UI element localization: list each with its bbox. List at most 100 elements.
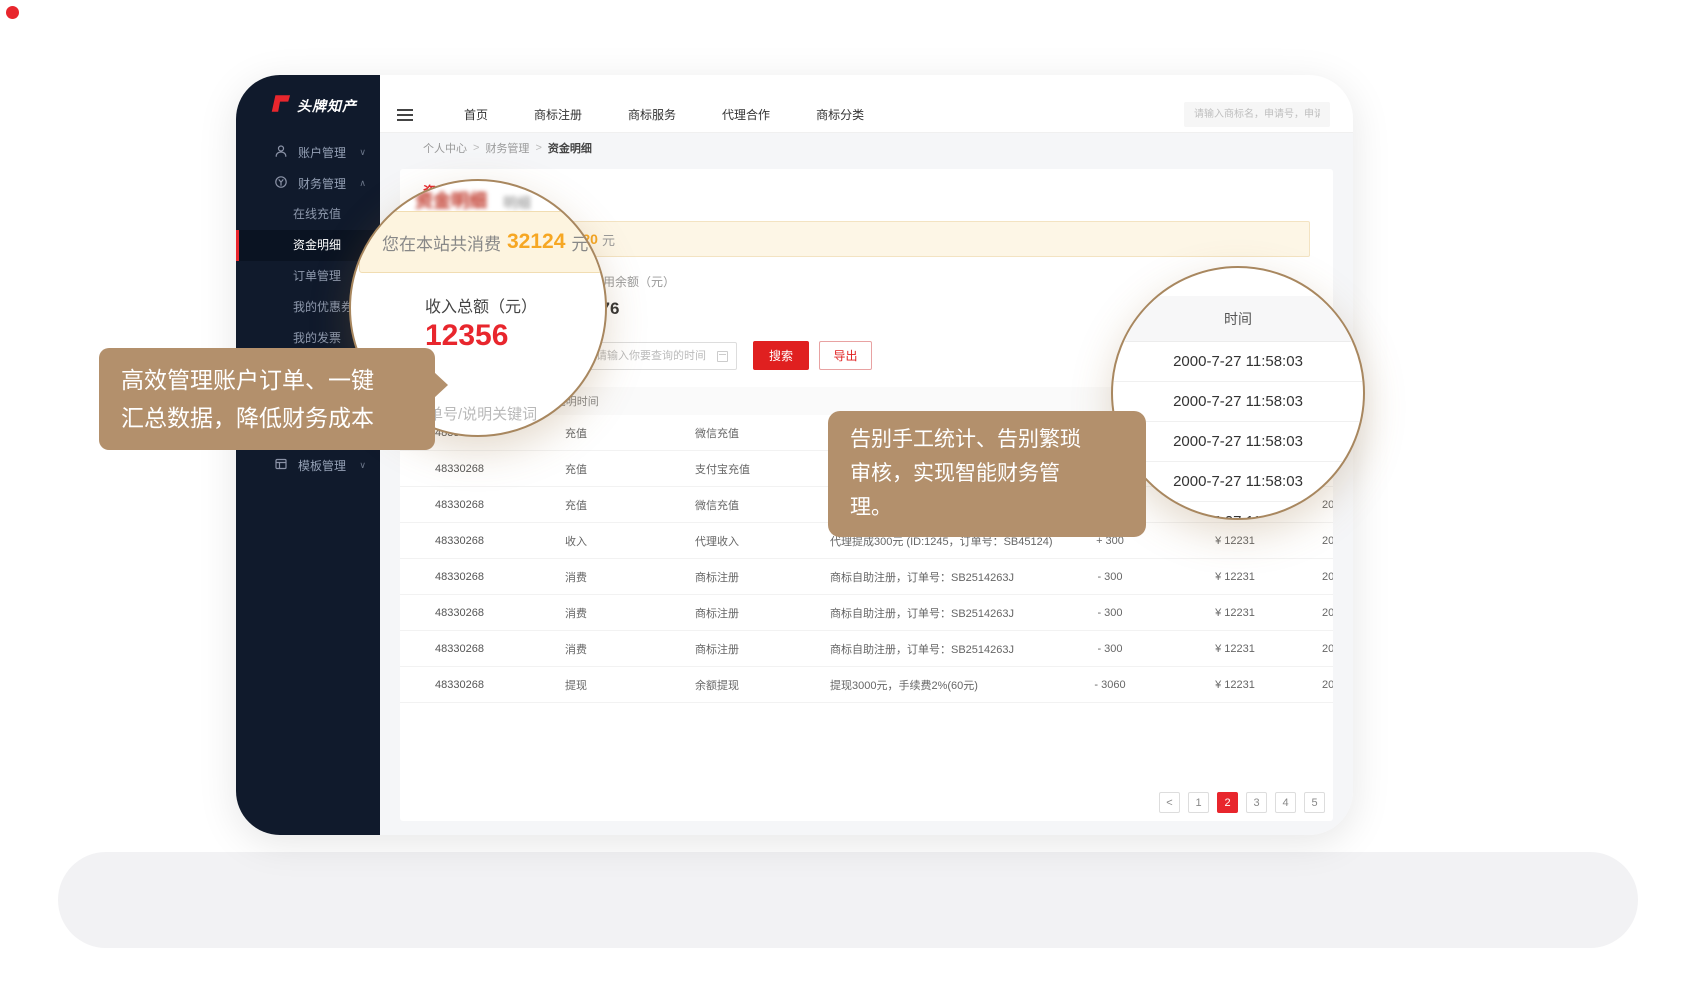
cell-type: 收入	[565, 533, 695, 549]
magnified-time-row: 2000-7-27 11:58:03	[1113, 422, 1363, 462]
breadcrumb-item[interactable]: 资金明细 >	[548, 140, 592, 156]
brand-name: 头牌知产	[297, 96, 357, 116]
date-field	[585, 342, 737, 370]
breadcrumb-separator-icon: >	[535, 142, 541, 154]
cell-description: 商标自助注册，订单号：SB2514263J	[830, 569, 1070, 585]
chevron-down-icon: ∨	[359, 147, 366, 158]
calendar-icon[interactable]	[717, 351, 728, 362]
magnified-time-row: 2000-7-27 11:58:03	[1113, 382, 1363, 422]
cell-amount: - 3060	[1070, 679, 1150, 691]
cell-time: 2000-7-27 11:58:03	[1320, 607, 1333, 619]
cell-type: 消费	[565, 641, 695, 657]
cell-time: 2000-7-27 11:58:03	[1320, 643, 1333, 655]
cell-project: 代理收入	[695, 533, 830, 549]
cell-type: 提现	[565, 677, 695, 693]
breadcrumb: 个人中心 > 财务管理 > 资金明细 >	[380, 133, 1353, 162]
cell-balance: ¥ 12231	[1150, 679, 1320, 691]
laptop-base	[58, 852, 1638, 948]
table-header-cell[interactable]: 时间	[577, 393, 599, 409]
cell-project: 微信充值	[695, 425, 830, 441]
filter-row: 搜索 导出	[585, 341, 872, 370]
cell-description: 商标自助注册，订单号：SB2514263J	[830, 641, 1070, 657]
nav-item[interactable]: 商标注册	[511, 106, 605, 123]
hamburger-icon[interactable]	[397, 109, 413, 121]
page-button[interactable]: 4	[1275, 792, 1296, 813]
sidebar-item-template[interactable]: 模板管理 ∨	[236, 450, 380, 481]
magnified-time-row: 2000-7-27 11:58:03	[1113, 462, 1363, 502]
cell-order-no: 48330268	[400, 571, 565, 583]
callout-right: 告别手工统计、告别繁琐审核，实现智能财务管理。	[828, 411, 1146, 537]
export-button[interactable]: 导出	[819, 341, 872, 370]
cell-project: 商标注册	[695, 569, 830, 585]
magnified-time-row: 2000-7-27 11:58:03	[1113, 502, 1363, 520]
cell-time: 2000-7-27 11:58:03	[1320, 571, 1333, 583]
sidebar-item-label: 财务管理	[298, 175, 346, 192]
coin-icon	[274, 175, 288, 192]
cell-description: 提现3000元，手续费2%(60元)	[830, 677, 1070, 693]
breadcrumb-item[interactable]: 财务管理 >	[485, 140, 547, 156]
magnified-time-header: 时间	[1113, 296, 1363, 342]
sidebar-item-label: 账户管理	[298, 144, 346, 161]
sidebar-item-finance[interactable]: 财务管理 ∧	[236, 168, 380, 199]
cell-type: 充值	[565, 461, 695, 477]
brand: 头牌知产	[236, 75, 380, 137]
cell-order-no: 48330268	[400, 679, 565, 691]
magnified-time-row: 2000-7-27 11:58:03	[1113, 342, 1363, 382]
sidebar-item-label: 模板管理	[298, 457, 346, 474]
page-button[interactable]: 1	[1188, 792, 1209, 813]
cell-description: 商标自助注册，订单号：SB2514263J	[830, 605, 1070, 621]
nav-item[interactable]: 代理合作	[699, 106, 793, 123]
page-button[interactable]: 5	[1304, 792, 1325, 813]
magnified-time-list: 2000-7-27 11:58:032000-7-27 11:58:032000…	[1113, 342, 1363, 520]
table-row: 48330268 消费 商标注册 商标自助注册，订单号：SB2514263J -…	[400, 559, 1333, 595]
cell-order-no: 48330268	[400, 643, 565, 655]
chevron-up-icon: ∧	[359, 178, 366, 189]
cell-amount: - 300	[1070, 571, 1150, 583]
page-button[interactable]: 3	[1246, 792, 1267, 813]
table-row: 48330268 消费 商标注册 商标自助注册，订单号：SB2514263J -…	[400, 595, 1333, 631]
search-input[interactable]	[1184, 102, 1330, 127]
table-row: 48330268 消费 商标注册 商标自助注册，订单号：SB2514263J -…	[400, 631, 1333, 667]
pagination: < 12345	[1159, 792, 1325, 813]
nav-item[interactable]: 商标分类	[793, 106, 887, 123]
cell-balance: ¥ 12231	[1150, 571, 1320, 583]
cell-balance: ¥ 12231	[1150, 535, 1320, 547]
top-nav: 首页商标注册商标服务代理合作商标分类	[441, 106, 887, 123]
sidebar: 头牌知产 账户管理 ∨ 财务管理 ∧ 在线充值资金明细订单管理我的优惠券我的发票	[236, 75, 380, 835]
sidebar-item-account[interactable]: 账户管理 ∨	[236, 137, 380, 168]
topbar: 首页商标注册商标服务代理合作商标分类	[380, 75, 1353, 133]
nav-item[interactable]: 首页	[441, 106, 511, 123]
table-row: 48330268 提现 余额提现 提现3000元，手续费2%(60元) - 30…	[400, 667, 1333, 703]
nav-item[interactable]: 商标服务	[605, 106, 699, 123]
magnified-tab-fragment: 资金明细	[415, 187, 487, 213]
page-button[interactable]: 2	[1217, 792, 1238, 813]
date-input[interactable]	[585, 342, 737, 370]
cell-time: 2000-7-27 11:58:03	[1320, 679, 1333, 691]
cell-project: 余额提现	[695, 677, 830, 693]
cell-project: 商标注册	[695, 605, 830, 621]
red-dot-icon	[6, 6, 19, 19]
cell-project: 商标注册	[695, 641, 830, 657]
callout-line: 高效管理账户订单、一键	[121, 361, 413, 399]
search-button[interactable]: 搜索	[753, 341, 809, 370]
prev-page-button[interactable]: <	[1159, 792, 1180, 813]
cell-amount: - 300	[1070, 643, 1150, 655]
cell-order-no: 48330268	[400, 499, 565, 511]
page-list: 12345	[1188, 792, 1325, 813]
brand-logo-icon	[269, 94, 291, 118]
callout-left: 高效管理账户订单、一键汇总数据，降低财务成本	[99, 348, 435, 450]
canvas: 头牌知产 账户管理 ∨ 财务管理 ∧ 在线充值资金明细订单管理我的优惠券我的发票	[0, 0, 1696, 1002]
magnified-banner-amount: 32124	[507, 230, 565, 254]
cell-project: 微信充值	[695, 497, 830, 513]
cell-balance: ¥ 12231	[1150, 643, 1320, 655]
breadcrumb-item[interactable]: 个人中心 >	[423, 140, 485, 156]
template-icon	[274, 457, 288, 474]
callout-line: 审核，实现智能财务管	[850, 457, 1124, 491]
cell-type: 充值	[565, 497, 695, 513]
callout-line: 理。	[850, 491, 1124, 525]
cell-order-no: 48330268	[400, 535, 565, 547]
cell-type: 消费	[565, 605, 695, 621]
cell-order-no: 48330268	[400, 463, 565, 475]
magnified-income-label: 收入总额（元）	[425, 293, 537, 317]
cell-project: 支付宝充值	[695, 461, 830, 477]
